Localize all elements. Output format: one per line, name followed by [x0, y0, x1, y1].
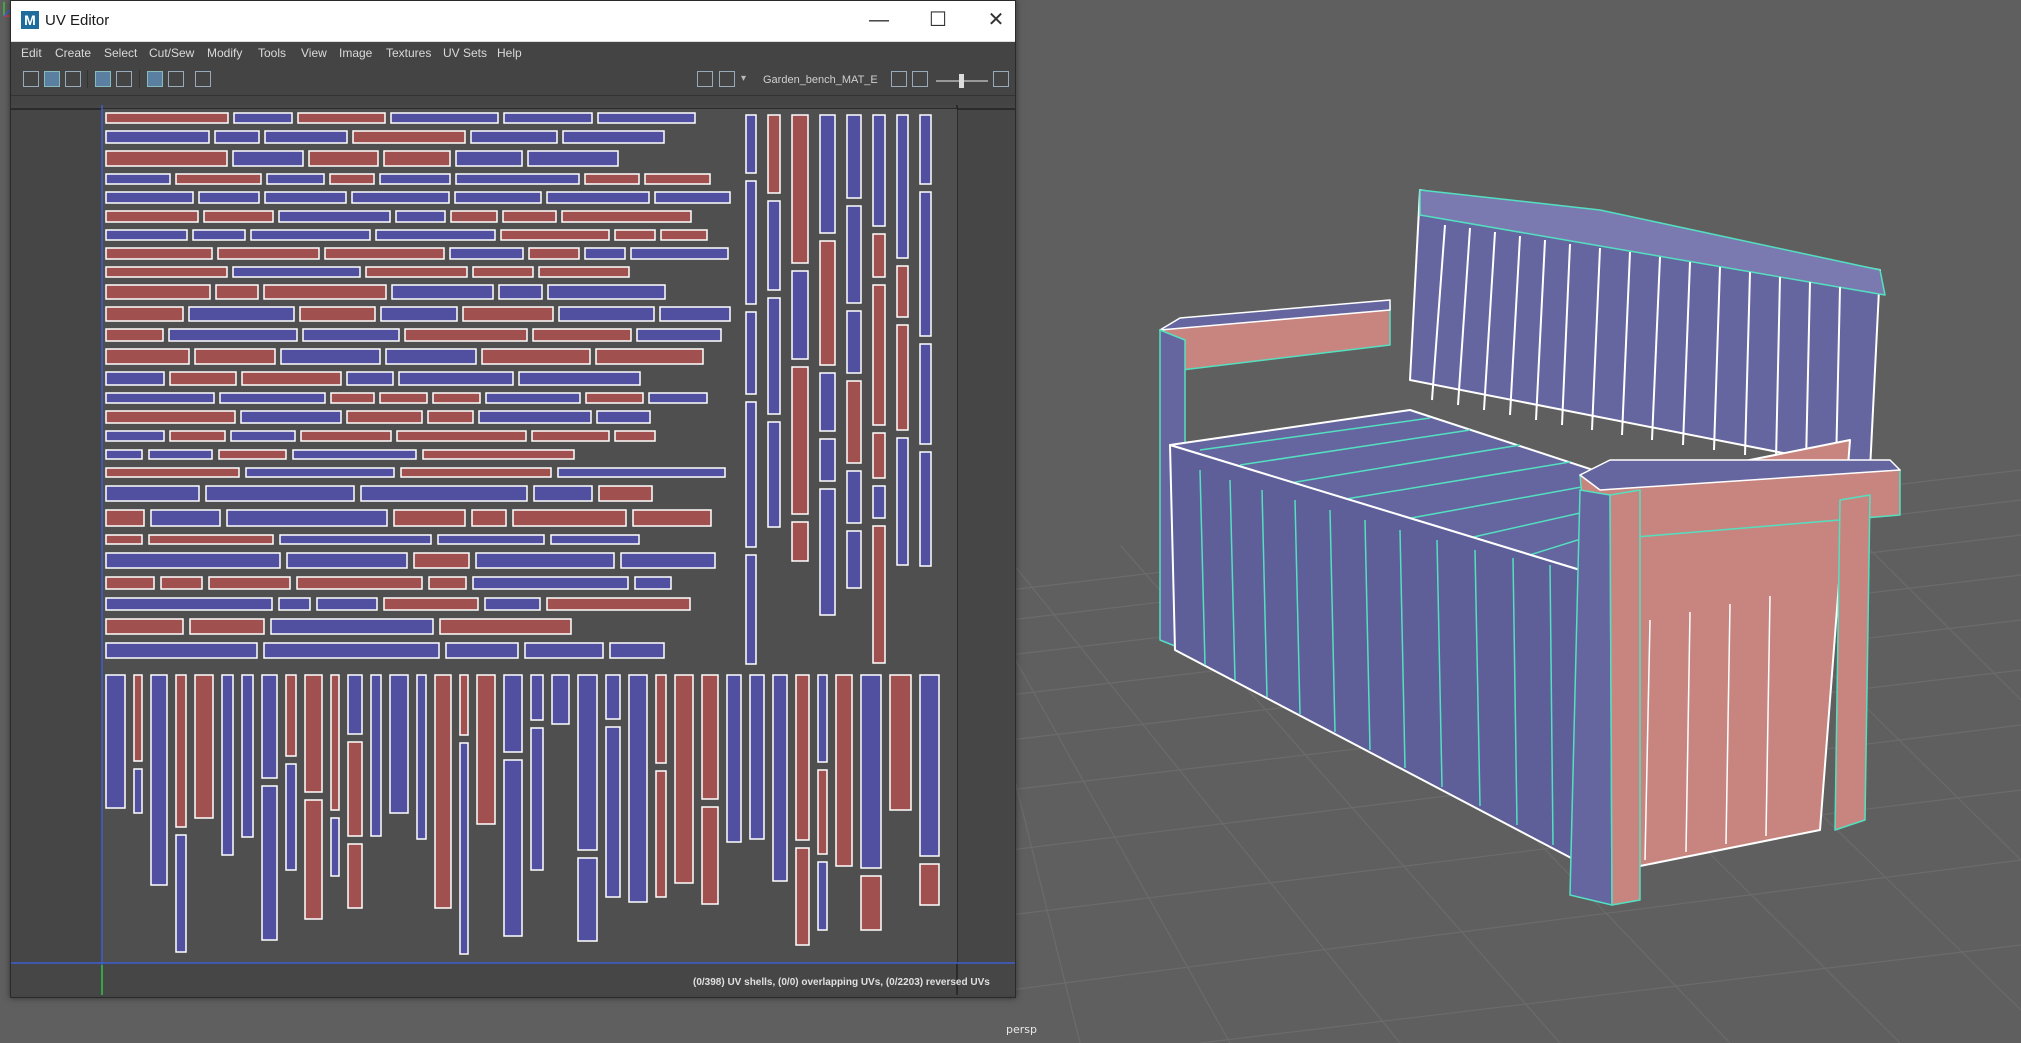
menu-tools[interactable]: Tools — [258, 46, 286, 60]
uv-layout — [11, 105, 1015, 995]
toolbar-separator — [139, 70, 140, 88]
menu-textures[interactable]: Textures — [386, 46, 431, 60]
menu-bar: Edit Create Select Cut/Sew Modify Tools … — [11, 42, 1015, 64]
texture-name-field[interactable]: Garden_bench_MAT_E — [763, 74, 888, 86]
menu-view[interactable]: View — [301, 46, 327, 60]
snap-icon[interactable] — [168, 71, 184, 87]
grid-toggle-icon[interactable] — [147, 71, 163, 87]
toolbar-expand-icon[interactable] — [993, 71, 1009, 87]
image-icon[interactable] — [697, 71, 713, 87]
menu-help[interactable]: Help — [497, 46, 522, 60]
maya-logo-icon: M — [21, 11, 39, 29]
uv-select-icon[interactable] — [44, 71, 60, 87]
dropdown-arrow-icon[interactable]: ▾ — [741, 73, 746, 84]
menu-create[interactable]: Create — [55, 46, 91, 60]
image-display-icon[interactable] — [65, 71, 81, 87]
close-button[interactable]: ✕ — [981, 7, 1011, 33]
uv-editor-window[interactable]: M UV Editor — ☐ ✕ Edit Create Select Cut… — [10, 0, 1016, 998]
screenshot-icon[interactable] — [195, 71, 211, 87]
minimize-button[interactable]: — — [864, 7, 894, 33]
menu-uv-sets[interactable]: UV Sets — [443, 46, 487, 60]
exposure-slider-handle[interactable] — [959, 74, 964, 88]
camera-label: persp — [1006, 1023, 1037, 1036]
toolbar-separator — [87, 70, 88, 88]
uv-distortion-icon[interactable] — [116, 71, 132, 87]
uv-toolbar: ▾ Garden_bench_MAT_E — [11, 65, 1015, 96]
checker-icon[interactable] — [719, 71, 735, 87]
window-title: UV Editor — [45, 12, 110, 29]
exposure-icon[interactable] — [891, 71, 907, 87]
window-titlebar[interactable]: M UV Editor — ☐ ✕ — [11, 1, 1015, 42]
garden-bench-model — [1159, 189, 1901, 906]
gamma-icon[interactable] — [912, 71, 928, 87]
uv-shell-icon[interactable] — [23, 71, 39, 87]
texture-borders-icon[interactable] — [95, 71, 111, 87]
maximize-button[interactable]: ☐ — [923, 7, 953, 33]
menu-modify[interactable]: Modify — [207, 46, 242, 60]
menu-image[interactable]: Image — [339, 46, 372, 60]
menu-edit[interactable]: Edit — [21, 46, 42, 60]
uv-status-readout: (0/398) UV shells, (0/0) overlapping UVs… — [693, 977, 990, 988]
menu-select[interactable]: Select — [104, 46, 137, 60]
menu-cut-sew[interactable]: Cut/Sew — [149, 46, 194, 60]
uv-canvas[interactable] — [11, 105, 1015, 995]
